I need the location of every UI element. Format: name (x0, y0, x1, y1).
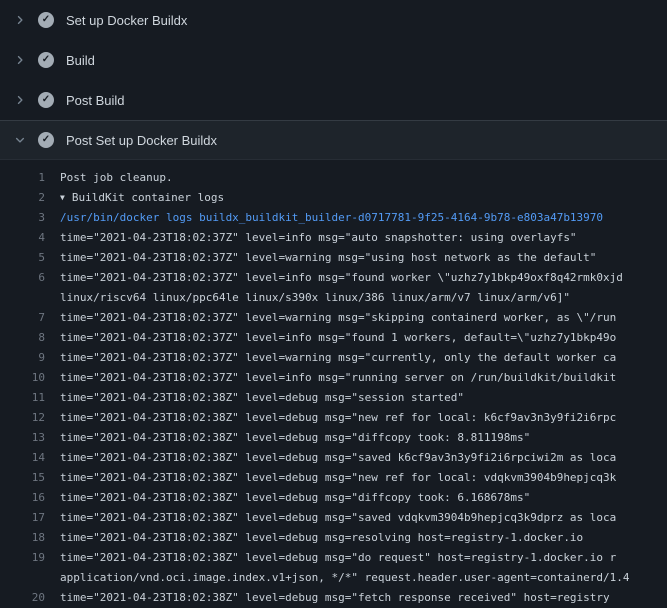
line-number[interactable]: 18 (0, 528, 45, 548)
log-line: 16time="2021-04-23T18:02:38Z" level=debu… (0, 488, 667, 508)
line-number[interactable]: 9 (0, 348, 45, 368)
log-text: linux/riscv64 linux/ppc64le linux/s390x … (45, 288, 667, 308)
group-caret-icon: ▼ (60, 188, 65, 208)
log-text: time="2021-04-23T18:02:38Z" level=debug … (45, 388, 667, 408)
log-text: time="2021-04-23T18:02:38Z" level=debug … (45, 508, 667, 528)
log-line: 8time="2021-04-23T18:02:37Z" level=info … (0, 328, 667, 348)
log-line: 7time="2021-04-23T18:02:37Z" level=warni… (0, 308, 667, 328)
log-group-title: ▼ BuildKit container logs (45, 188, 667, 208)
log-line: 12time="2021-04-23T18:02:38Z" level=debu… (0, 408, 667, 428)
log-line: 15time="2021-04-23T18:02:38Z" level=debu… (0, 468, 667, 488)
chevron-right-icon (12, 92, 28, 108)
check-circle-icon: ✓ (38, 12, 54, 28)
log-line: 1Post job cleanup. (0, 168, 667, 188)
chevron-right-icon (12, 52, 28, 68)
step-label: Post Build (66, 93, 125, 108)
line-number[interactable]: 1 (0, 168, 45, 188)
step-list: ✓ Set up Docker Buildx ✓ Build ✓ Post Build ✓ P… (0, 0, 667, 160)
log-line: 20time="2021-04-23T18:02:38Z" level=debu… (0, 588, 667, 608)
log-line: 4time="2021-04-23T18:02:37Z" level=info … (0, 228, 667, 248)
log-line[interactable]: 2 ▼ BuildKit container logs (0, 188, 667, 208)
step-label: Set up Docker Buildx (66, 13, 187, 28)
line-number (0, 568, 45, 588)
step-label: Post Set up Docker Buildx (66, 133, 217, 148)
log-text: time="2021-04-23T18:02:37Z" level=info m… (45, 368, 667, 388)
log-lines: 1Post job cleanup.2 ▼ BuildKit container l… (0, 160, 667, 608)
log-line: 17time="2021-04-23T18:02:38Z" level=debu… (0, 508, 667, 528)
log-line: 10time="2021-04-23T18:02:37Z" level=info… (0, 368, 667, 388)
log-line: 13time="2021-04-23T18:02:38Z" level=debu… (0, 428, 667, 448)
chevron-right-icon (12, 12, 28, 28)
log-line: 3/usr/bin/docker logs buildx_buildkit_bu… (0, 208, 667, 228)
line-number[interactable]: 2 (0, 188, 45, 208)
log-text: time="2021-04-23T18:02:37Z" level=info m… (45, 228, 667, 248)
log-line: 14time="2021-04-23T18:02:38Z" level=debu… (0, 448, 667, 468)
log-text: time="2021-04-23T18:02:37Z" level=warnin… (45, 248, 667, 268)
line-number[interactable]: 20 (0, 588, 45, 608)
log-text: time="2021-04-23T18:02:38Z" level=debug … (45, 468, 667, 488)
line-number[interactable]: 6 (0, 268, 45, 288)
line-number[interactable]: 17 (0, 508, 45, 528)
line-number[interactable]: 13 (0, 428, 45, 448)
line-number[interactable]: 11 (0, 388, 45, 408)
line-number[interactable]: 3 (0, 208, 45, 228)
log-line: 11time="2021-04-23T18:02:38Z" level=debu… (0, 388, 667, 408)
chevron-down-icon (12, 132, 28, 148)
log-text: application/vnd.oci.image.index.v1+json,… (45, 568, 667, 588)
log-text: time="2021-04-23T18:02:37Z" level=info m… (45, 328, 667, 348)
line-number[interactable]: 5 (0, 248, 45, 268)
line-number[interactable]: 14 (0, 448, 45, 468)
log-text: Post job cleanup. (45, 168, 667, 188)
log-command-text: /usr/bin/docker logs buildx_buildkit_bui… (45, 208, 667, 228)
log-line-continuation: application/vnd.oci.image.index.v1+json,… (0, 568, 667, 588)
log-group-label: BuildKit container logs (72, 191, 224, 204)
log-line-continuation: linux/riscv64 linux/ppc64le linux/s390x … (0, 288, 667, 308)
step-header-post-set-up-docker-buildx[interactable]: ✓ Post Set up Docker Buildx (0, 120, 667, 160)
line-number[interactable]: 8 (0, 328, 45, 348)
line-number[interactable]: 19 (0, 548, 45, 568)
check-circle-icon: ✓ (38, 52, 54, 68)
log-text: time="2021-04-23T18:02:38Z" level=debug … (45, 448, 667, 468)
log-text: time="2021-04-23T18:02:37Z" level=warnin… (45, 348, 667, 368)
check-circle-icon: ✓ (38, 92, 54, 108)
log-line: 19time="2021-04-23T18:02:38Z" level=debu… (0, 548, 667, 568)
log-text: time="2021-04-23T18:02:38Z" level=debug … (45, 548, 667, 568)
log-text: time="2021-04-23T18:02:38Z" level=debug … (45, 488, 667, 508)
step-header-post-build[interactable]: ✓ Post Build (0, 80, 667, 120)
log-text: time="2021-04-23T18:02:38Z" level=debug … (45, 528, 667, 548)
step-header-build[interactable]: ✓ Build (0, 40, 667, 80)
log-text: time="2021-04-23T18:02:38Z" level=debug … (45, 428, 667, 448)
line-number[interactable]: 10 (0, 368, 45, 388)
log-text: time="2021-04-23T18:02:38Z" level=debug … (45, 588, 667, 608)
line-number[interactable]: 16 (0, 488, 45, 508)
line-number[interactable]: 4 (0, 228, 45, 248)
log-text: time="2021-04-23T18:02:38Z" level=debug … (45, 408, 667, 428)
line-number[interactable]: 15 (0, 468, 45, 488)
log-line: 9time="2021-04-23T18:02:37Z" level=warni… (0, 348, 667, 368)
line-number[interactable]: 7 (0, 308, 45, 328)
log-line: 5time="2021-04-23T18:02:37Z" level=warni… (0, 248, 667, 268)
step-header-set-up-docker-buildx[interactable]: ✓ Set up Docker Buildx (0, 0, 667, 40)
log-text: time="2021-04-23T18:02:37Z" level=info m… (45, 268, 667, 288)
log-line: 18time="2021-04-23T18:02:38Z" level=debu… (0, 528, 667, 548)
log-text: time="2021-04-23T18:02:37Z" level=warnin… (45, 308, 667, 328)
check-circle-icon: ✓ (38, 132, 54, 148)
line-number[interactable]: 12 (0, 408, 45, 428)
log-line: 6time="2021-04-23T18:02:37Z" level=info … (0, 268, 667, 288)
step-label: Build (66, 53, 95, 68)
line-number (0, 288, 45, 308)
